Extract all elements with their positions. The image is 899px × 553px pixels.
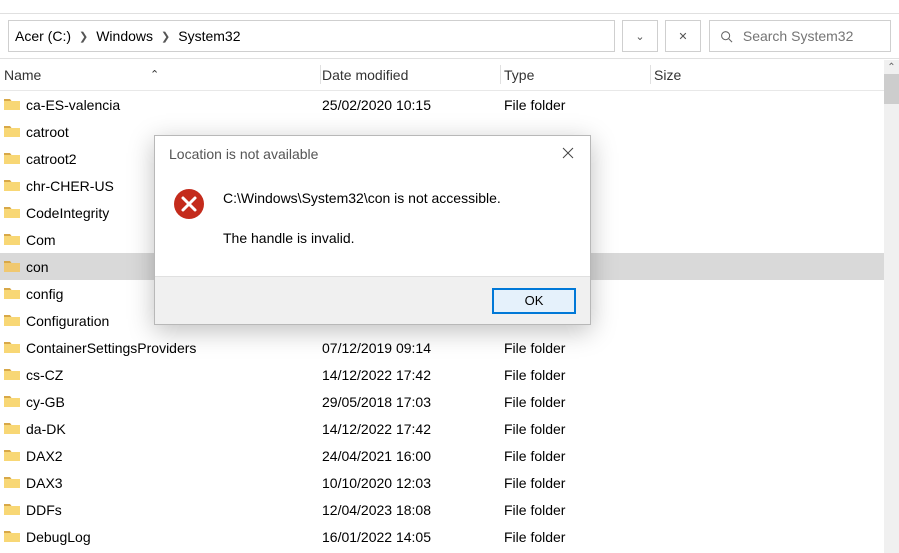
column-header-name[interactable]: Name	[0, 67, 322, 83]
close-icon	[562, 147, 574, 159]
folder-icon	[4, 259, 20, 275]
file-name: catroot2	[26, 151, 77, 167]
chevron-right-icon: ❯	[161, 30, 170, 43]
table-row[interactable]: da-DK 14/12/2022 17:42File folder	[0, 415, 899, 442]
file-date: 29/05/2018 17:03	[322, 394, 504, 410]
dialog-titlebar[interactable]: Location is not available	[155, 136, 590, 172]
folder-icon	[4, 313, 20, 329]
folder-icon	[4, 475, 20, 491]
folder-icon	[4, 151, 20, 167]
table-row[interactable]: DAX2 24/04/2021 16:00File folder	[0, 442, 899, 469]
file-name: ContainerSettingsProviders	[26, 340, 196, 356]
file-type: File folder	[504, 394, 654, 410]
breadcrumb[interactable]: Acer (C:)❯ Windows❯ System32	[8, 20, 615, 52]
file-type: File folder	[504, 421, 654, 437]
file-date: 14/12/2022 17:42	[322, 421, 504, 437]
file-name: DAX3	[26, 475, 63, 491]
error-dialog: Location is not available C:\Windows\Sys…	[154, 135, 591, 325]
chevron-right-icon: ❯	[79, 30, 88, 43]
file-name: cs-CZ	[26, 367, 63, 383]
history-dropdown-button[interactable]: ⌄	[622, 20, 658, 52]
table-row[interactable]: ca-ES-valencia 25/02/2020 10:15File folde…	[0, 91, 899, 118]
file-name: cy-GB	[26, 394, 65, 410]
column-header-date[interactable]: Date modified	[322, 67, 504, 83]
folder-icon	[4, 205, 20, 221]
folder-icon	[4, 448, 20, 464]
file-type: File folder	[504, 448, 654, 464]
folder-icon	[4, 340, 20, 356]
dialog-footer: OK	[155, 276, 590, 324]
close-icon: ✕	[678, 30, 687, 43]
folder-icon	[4, 97, 20, 113]
folder-icon	[4, 124, 20, 140]
chevron-down-icon: ⌄	[635, 30, 644, 43]
file-date: 25/02/2020 10:15	[322, 97, 504, 113]
file-date: 07/12/2019 09:14	[322, 340, 504, 356]
file-name: CodeIntegrity	[26, 205, 109, 221]
folder-icon	[4, 367, 20, 383]
ok-button[interactable]: OK	[492, 288, 576, 314]
table-row[interactable]: ContainerSettingsProviders 07/12/2019 09:…	[0, 334, 899, 361]
file-name: con	[26, 259, 49, 275]
refresh-stop-button[interactable]: ✕	[665, 20, 701, 52]
file-type: File folder	[504, 475, 654, 491]
folder-icon	[4, 529, 20, 545]
column-header-size[interactable]: Size	[654, 67, 899, 83]
file-type: File folder	[504, 367, 654, 383]
folder-icon	[4, 286, 20, 302]
folder-icon	[4, 502, 20, 518]
file-name: Configuration	[26, 313, 109, 329]
column-header-type[interactable]: Type	[504, 67, 654, 83]
file-name: chr-CHER-US	[26, 178, 114, 194]
file-name: Com	[26, 232, 56, 248]
file-name: DebugLog	[26, 529, 91, 545]
error-icon	[173, 188, 205, 220]
folder-icon	[4, 394, 20, 410]
table-row[interactable]: cs-CZ 14/12/2022 17:42File folder	[0, 361, 899, 388]
file-name: catroot	[26, 124, 69, 140]
file-date: 24/04/2021 16:00	[322, 448, 504, 464]
file-type: File folder	[504, 97, 654, 113]
table-row[interactable]: cy-GB 29/05/2018 17:03File folder	[0, 388, 899, 415]
dialog-message-line2: The handle is invalid.	[223, 228, 501, 248]
table-row[interactable]: DDFs 12/04/2023 18:08File folder	[0, 496, 899, 523]
file-date: 12/04/2023 18:08	[322, 502, 504, 518]
file-type: File folder	[504, 340, 654, 356]
search-icon	[720, 29, 733, 44]
file-name: config	[26, 286, 63, 302]
breadcrumb-item-system32[interactable]: System32	[178, 28, 240, 44]
file-name: ca-ES-valencia	[26, 97, 120, 113]
file-name: DAX2	[26, 448, 63, 464]
scrollbar-thumb[interactable]	[884, 74, 899, 104]
folder-icon	[4, 421, 20, 437]
column-headers: Name ⌃ Date modified Type Size	[0, 59, 899, 91]
file-name: da-DK	[26, 421, 66, 437]
scroll-up-icon[interactable]: ⌃	[884, 60, 899, 74]
sort-up-icon: ⌃	[150, 68, 159, 81]
table-row[interactable]: DebugLog 16/01/2022 14:05File folder	[0, 523, 899, 550]
table-row[interactable]: DAX3 10/10/2020 12:03File folder	[0, 469, 899, 496]
search-input[interactable]	[743, 28, 880, 44]
search-box[interactable]	[709, 20, 891, 52]
file-date: 16/01/2022 14:05	[322, 529, 504, 545]
file-date: 10/10/2020 12:03	[322, 475, 504, 491]
file-type: File folder	[504, 502, 654, 518]
file-name: DDFs	[26, 502, 62, 518]
breadcrumb-item-windows[interactable]: Windows❯	[96, 28, 178, 44]
vertical-scrollbar[interactable]: ⌃	[884, 60, 899, 553]
toolbar-stub	[0, 0, 899, 14]
file-date: 14/12/2022 17:42	[322, 367, 504, 383]
dialog-message-line1: C:\Windows\System32\con is not accessibl…	[223, 188, 501, 208]
file-type: File folder	[504, 529, 654, 545]
address-bar-row: Acer (C:)❯ Windows❯ System32 ⌄ ✕	[0, 14, 899, 59]
folder-icon	[4, 232, 20, 248]
dialog-close-button[interactable]	[562, 147, 576, 161]
folder-icon	[4, 178, 20, 194]
dialog-title-text: Location is not available	[169, 146, 318, 162]
breadcrumb-item-drive[interactable]: Acer (C:)❯	[15, 28, 96, 44]
